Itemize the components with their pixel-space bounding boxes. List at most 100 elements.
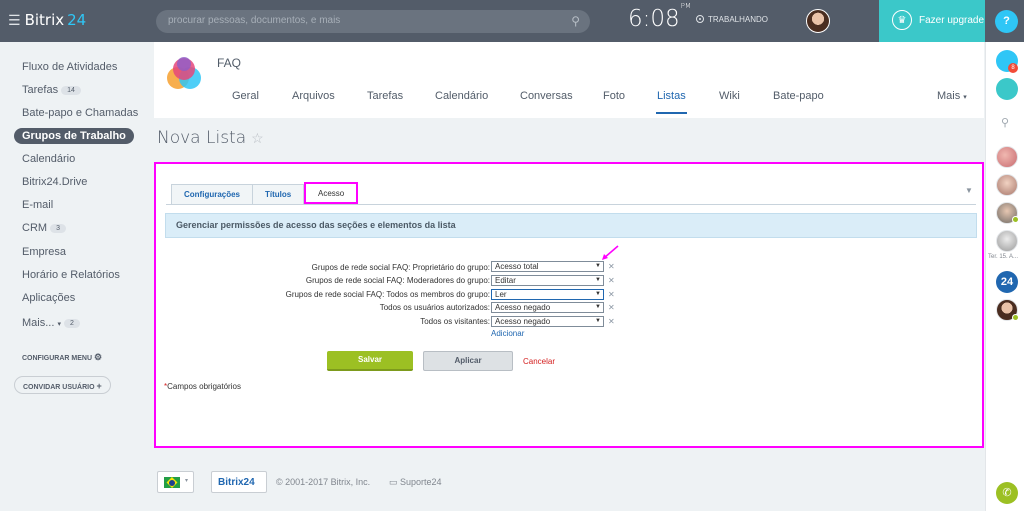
collapse-icon[interactable]: ▼ bbox=[965, 186, 973, 195]
permission-select[interactable]: Acesso total ▼ bbox=[491, 261, 604, 272]
tab-more[interactable]: Mais ▾ bbox=[937, 90, 967, 102]
add-permission-link[interactable]: Adicionar bbox=[491, 329, 524, 338]
menu-item-email[interactable]: E-mail bbox=[22, 199, 53, 211]
invite-user-label: CONVIDAR USUÁRIO bbox=[23, 384, 95, 391]
search-placeholder: procurar pessoas, documentos, e mais bbox=[168, 15, 341, 26]
permission-label: Grupos de rede social FAQ: Todos os memb… bbox=[285, 290, 490, 299]
brand-number: 24 bbox=[67, 11, 87, 29]
invite-user-button[interactable]: CONVIDAR USUÁRIO + bbox=[14, 376, 111, 394]
remove-icon[interactable]: ✕ bbox=[608, 290, 615, 299]
menu-icon[interactable]: ☰ bbox=[8, 13, 21, 29]
menu-item-drive[interactable]: Bitrix24.Drive bbox=[22, 176, 87, 188]
active-tab-indicator bbox=[656, 112, 687, 114]
remove-icon[interactable]: ✕ bbox=[608, 317, 615, 326]
cancel-button[interactable]: Cancelar bbox=[523, 357, 555, 366]
footer-logo[interactable]: Bitrix24 bbox=[211, 471, 267, 493]
menu-item-activity-stream[interactable]: Fluxo de Atividades bbox=[22, 61, 117, 73]
gear-icon: ⚙ bbox=[93, 352, 103, 362]
search-input[interactable]: procurar pessoas, documentos, e mais ⚲ bbox=[156, 10, 590, 33]
permission-label: Grupos de rede social FAQ: Proprietário … bbox=[311, 263, 490, 272]
tab-more-label: Mais bbox=[937, 90, 961, 102]
work-status[interactable]: TRABALHANDO bbox=[696, 15, 768, 24]
remove-icon[interactable]: ✕ bbox=[608, 262, 615, 271]
star-icon[interactable]: ☆ bbox=[251, 131, 264, 147]
permission-select[interactable]: Ler ▼ bbox=[491, 289, 604, 300]
contact-avatar[interactable] bbox=[996, 146, 1018, 168]
configure-menu-label: CONFIGURAR MENU bbox=[22, 355, 92, 362]
contact-avatar[interactable] bbox=[996, 230, 1018, 252]
language-selector[interactable]: ▾ bbox=[157, 471, 194, 493]
help-button[interactable]: ? bbox=[995, 10, 1018, 33]
user-avatar[interactable] bbox=[806, 9, 830, 33]
apply-button[interactable]: Aplicar bbox=[423, 351, 513, 371]
configure-menu-button[interactable]: CONFIGURAR MENU ⚙ bbox=[22, 352, 102, 363]
brand-logo[interactable]: ☰ Bitrix 24 bbox=[8, 11, 86, 29]
tab-wiki[interactable]: Wiki bbox=[719, 90, 740, 102]
permission-select[interactable]: Editar ▼ bbox=[491, 275, 604, 286]
brand-name: Bitrix bbox=[24, 11, 65, 29]
menu-item-label: Calendário bbox=[22, 153, 76, 165]
menu-item-company[interactable]: Empresa bbox=[22, 246, 66, 258]
menu-item-tasks[interactable]: Tarefas 14 bbox=[22, 84, 81, 96]
tab-acesso[interactable]: Acesso bbox=[304, 182, 359, 204]
upgrade-button[interactable]: ♛ Fazer upgrade bbox=[879, 0, 985, 42]
remove-icon[interactable]: ✕ bbox=[608, 303, 615, 312]
tab-conversations[interactable]: Conversas bbox=[520, 90, 573, 102]
clock-ampm: PM bbox=[680, 2, 691, 11]
tab-tasks[interactable]: Tarefas bbox=[367, 90, 403, 102]
menu-item-applications[interactable]: Aplicações bbox=[22, 292, 75, 304]
phone-icon[interactable]: ✆ bbox=[996, 482, 1018, 504]
contact-avatar[interactable] bbox=[996, 174, 1018, 196]
menu-item-workgroups[interactable]: Grupos de Trabalho bbox=[14, 128, 134, 144]
dropdown-arrow-icon: ▼ bbox=[595, 277, 601, 283]
group-logo-icon[interactable] bbox=[164, 56, 204, 96]
copyright: © 2001-2017 Bitrix, Inc. bbox=[276, 477, 371, 487]
bitrix24-chat-icon[interactable]: 24 bbox=[996, 271, 1018, 293]
remove-icon[interactable]: ✕ bbox=[608, 276, 615, 285]
messenger-icon[interactable] bbox=[996, 78, 1018, 100]
brazil-flag-icon bbox=[164, 477, 180, 488]
search-icon[interactable]: ⚲ bbox=[571, 14, 580, 28]
tab-photo[interactable]: Foto bbox=[603, 90, 625, 102]
tab-lists[interactable]: Listas bbox=[657, 90, 686, 102]
counter-badge: 14 bbox=[61, 86, 81, 95]
tab-configuracoes[interactable]: Configurações bbox=[171, 184, 254, 204]
dropdown-arrow-icon: ▼ bbox=[595, 318, 601, 324]
permission-value: Acesso total bbox=[495, 262, 539, 271]
permission-value: Ler bbox=[495, 290, 507, 299]
chevron-down-icon: ▾ bbox=[185, 478, 189, 484]
clock[interactable]: 6:08PM bbox=[628, 2, 691, 32]
tab-titulos[interactable]: Títulos bbox=[252, 184, 305, 204]
work-status-icon bbox=[696, 15, 704, 23]
group-header: FAQ Geral Arquivos Tarefas Calendário Co… bbox=[154, 42, 984, 118]
permission-select[interactable]: Acesso negado ▼ bbox=[491, 316, 604, 327]
menu-item-time-reports[interactable]: Horário e Relatórios bbox=[22, 269, 120, 281]
permission-select[interactable]: Acesso negado ▼ bbox=[491, 302, 604, 313]
menu-item-more[interactable]: Mais... ▾ 2 bbox=[22, 317, 80, 329]
menu-item-calendar[interactable]: Calendário bbox=[22, 153, 75, 165]
tab-calendar[interactable]: Calendário bbox=[435, 90, 488, 102]
permission-label: Grupos de rede social FAQ: Moderadores d… bbox=[305, 276, 490, 285]
search-icon[interactable]: ⚲ bbox=[1001, 116, 1009, 129]
menu-item-crm[interactable]: CRM 3 bbox=[22, 222, 66, 234]
notification-count: 8 bbox=[1008, 63, 1018, 73]
right-sidebar: 8 ⚲ Ter. 15. A... 24 ✆ bbox=[985, 42, 1024, 511]
date-label: Ter. 15. A... bbox=[988, 254, 1019, 260]
menu-item-chat[interactable]: Bate-papo e Chamadas bbox=[22, 107, 138, 119]
work-status-label: TRABALHANDO bbox=[708, 15, 769, 24]
menu-item-label: Tarefas bbox=[22, 84, 59, 96]
group-name[interactable]: FAQ bbox=[217, 56, 241, 70]
save-button[interactable]: Salvar bbox=[327, 351, 413, 371]
section-header: Gerenciar permissões de acesso das seçõe… bbox=[165, 213, 977, 238]
menu-item-label: Aplicações bbox=[22, 292, 76, 304]
tab-chat[interactable]: Bate-papo bbox=[773, 90, 824, 102]
tab-files[interactable]: Arquivos bbox=[292, 90, 335, 102]
menu-item-label: CRM bbox=[22, 222, 48, 234]
online-status-dot bbox=[1012, 314, 1019, 321]
tab-general[interactable]: Geral bbox=[232, 90, 259, 102]
required-note: *Campos obrigatórios bbox=[164, 382, 241, 391]
support-link[interactable]: ▭ Suporte24 bbox=[389, 477, 442, 488]
chevron-down-icon: ▾ bbox=[963, 94, 967, 101]
counter-badge: 2 bbox=[63, 319, 80, 328]
upgrade-label: Fazer upgrade bbox=[919, 15, 985, 26]
